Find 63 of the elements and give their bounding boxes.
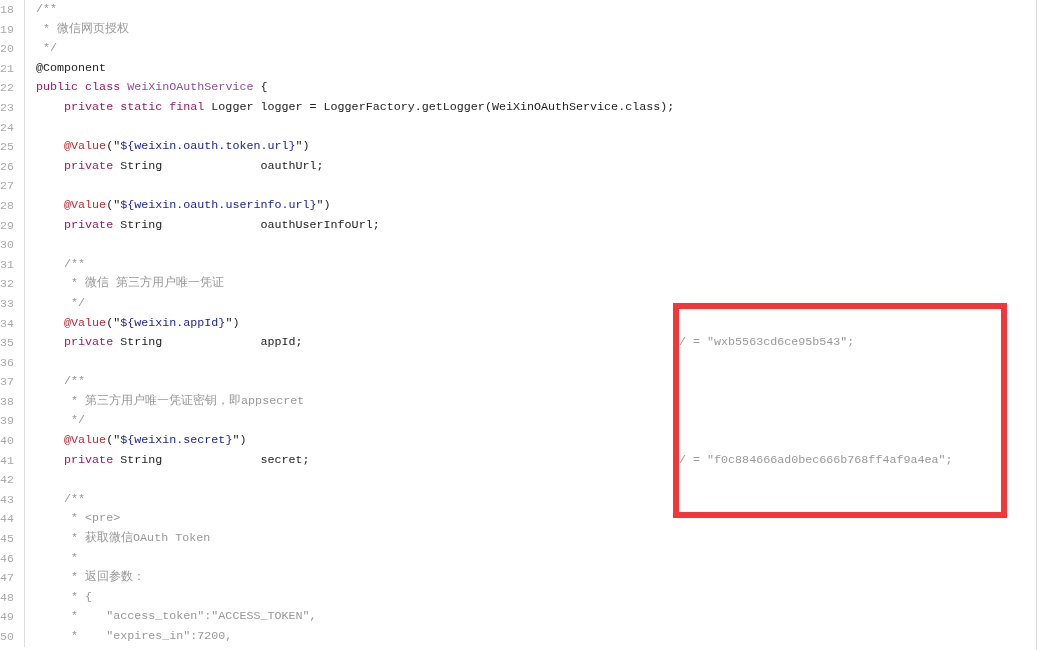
line-number: 29 — [0, 218, 14, 232]
line-number: 23 — [0, 100, 14, 114]
line-number: 39 — [0, 414, 14, 428]
line-number: 47 — [0, 571, 14, 585]
line-number: 42 — [0, 473, 14, 487]
code-line: * 返回参数： — [70, 570, 146, 585]
line-number: 40 — [0, 434, 14, 448]
line-number: 31 — [0, 257, 14, 271]
line-number: 49 — [0, 610, 14, 624]
code-line: * <pre> — [70, 511, 121, 526]
code-line: private String appId; — [63, 335, 303, 350]
line-number: 19 — [0, 22, 14, 36]
code-line: private String secret; — [63, 452, 310, 467]
line-number: 44 — [0, 512, 14, 526]
code-line: * 获取微信OAuth Token — [70, 531, 211, 546]
code-line: * "access_token":"ACCESS_TOKEN", — [70, 609, 317, 624]
code-line: * "expires_in":7200, — [70, 629, 233, 643]
code-line: * 微信网页授权 — [42, 21, 130, 36]
code-fragment: / = "wxb5563cd6ce95b543"; — [679, 334, 855, 352]
line-number: 43 — [0, 492, 14, 506]
line-number: 18 — [0, 3, 14, 16]
line-number: 28 — [0, 198, 14, 212]
line-number: 45 — [0, 532, 14, 546]
line-number: 27 — [0, 179, 14, 193]
code-line: /** — [63, 374, 86, 389]
line-number: 34 — [0, 316, 14, 330]
line-number: 25 — [0, 140, 14, 154]
line-number: 21 — [0, 61, 14, 75]
code-line: */ — [70, 413, 86, 428]
code-line: */ — [70, 295, 86, 310]
code-line: private String oauthUrl; — [63, 158, 324, 173]
line-number: 32 — [0, 277, 14, 291]
code-fragment: / = "f0c884666ad0bec666b768ff4af9a4ea"; — [679, 451, 953, 469]
line-number: 41 — [0, 453, 14, 467]
code-line: /** — [63, 491, 86, 506]
code-line: */ — [42, 41, 58, 56]
line-number: 36 — [0, 355, 14, 369]
line-number: 24 — [0, 120, 14, 134]
line-number: 37 — [0, 375, 14, 389]
line-number: 46 — [0, 551, 14, 565]
line-number: 22 — [0, 81, 14, 95]
code-line: private String oauthUserInfoUrl; — [63, 217, 380, 232]
code-line: /** — [36, 2, 58, 16]
code-line: * 第三方用户唯一凭证密钥，即appsecret — [70, 393, 305, 408]
code-line: * 微信 第三方用户唯一凭证 — [70, 276, 225, 291]
line-number: 20 — [0, 42, 14, 56]
line-number: 26 — [0, 159, 14, 173]
line-number: 33 — [0, 296, 14, 310]
line-number: 38 — [0, 394, 14, 408]
line-number: 30 — [0, 238, 14, 252]
code-line: * — [70, 550, 79, 565]
code-line: public class WeiXinOAuthService { — [36, 80, 268, 95]
code-line: @Value("${weixin.secret}") — [63, 433, 247, 448]
line-number: 48 — [0, 590, 14, 604]
code-line: * { — [70, 589, 93, 604]
code-line: @Component — [36, 60, 107, 75]
code-line: @Value("${weixin.oauth.token.url}") — [63, 139, 310, 154]
code-line: @Value("${weixin.oauth.userinfo.url}") — [63, 197, 331, 212]
line-number: 35 — [0, 336, 14, 350]
line-number: 50 — [0, 630, 14, 643]
code-line: /** — [63, 256, 86, 271]
code-line: private static final Logger logger = LoggerFactory.getLogger(WeiXinOAuthService.class); — [63, 99, 675, 114]
code-line: @Value("${weixin.appId}") — [63, 315, 240, 330]
